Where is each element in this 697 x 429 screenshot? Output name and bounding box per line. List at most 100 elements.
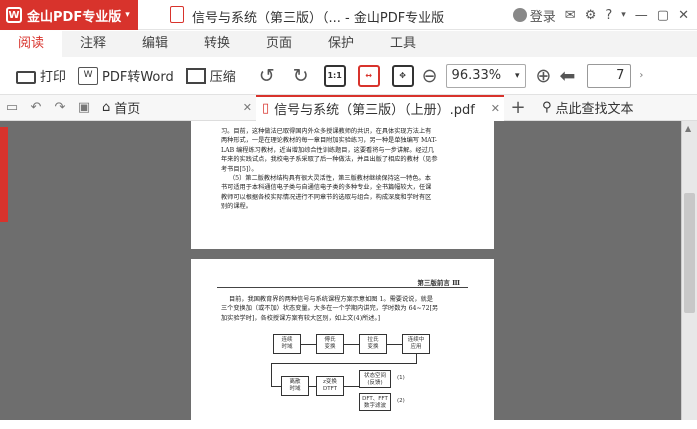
- app-brand: 金山PDF专业版: [27, 9, 122, 25]
- maximize-icon[interactable]: ▢: [657, 8, 669, 23]
- scrollbar-thumb[interactable]: [684, 193, 695, 313]
- diagram-box: 离散 时域: [281, 376, 309, 396]
- text-line: 三个变换加（或不加）状态变量。大多在一个学期内讲完，学时数为 64~72[另: [221, 305, 439, 313]
- help-icon[interactable]: ?: [605, 8, 612, 23]
- tab-document[interactable]: ▯ 信号与系统（第三版）（上册）.pdf ✕: [256, 94, 504, 121]
- window-title: 信号与系统（第三版）（... - 金山PDF专业版: [192, 11, 445, 26]
- text-line: 别的课程。: [221, 203, 252, 211]
- printer-icon: [16, 70, 36, 84]
- menu-tools[interactable]: 工具: [372, 31, 434, 57]
- page-header: 第三版前言 Ⅲ: [417, 279, 460, 287]
- diagram-box: z变换 DTFT: [316, 376, 344, 396]
- diagram-box: 傅氏 变换: [316, 334, 344, 354]
- text-line: 两种形式，一是在理论教材的每一章目附加实验练习，另一种是单独编写 MAT-: [221, 137, 437, 145]
- menu-convert[interactable]: 转换: [186, 31, 248, 57]
- new-tab-icon[interactable]: +: [504, 97, 532, 118]
- menu-read[interactable]: 阅读: [0, 31, 62, 57]
- zoom-select[interactable]: 96.33% ▾: [445, 63, 526, 88]
- chevron-down-icon[interactable]: ▾: [621, 10, 626, 20]
- menu-edit[interactable]: 编辑: [124, 31, 186, 57]
- tab-home-label: 首页: [114, 102, 141, 117]
- menu-page[interactable]: 页面: [248, 31, 310, 57]
- fit-width-icon[interactable]: ↔: [357, 64, 380, 87]
- save-icon[interactable]: ▣: [72, 100, 96, 115]
- sidebar-toggle-handle[interactable]: [0, 127, 8, 222]
- diagram-box: 连续中 应用: [402, 334, 430, 354]
- home-icon: ⌂: [102, 100, 111, 115]
- header-rule: [217, 287, 468, 288]
- menu-bar: 阅读 注释 编辑 转换 页面 保护 工具: [0, 31, 697, 57]
- search-icon: ⚲: [542, 100, 552, 115]
- chevron-down-icon: ▾: [125, 10, 130, 20]
- rotate-left-icon[interactable]: ↺: [250, 65, 284, 87]
- open-folder-icon[interactable]: ▭: [0, 100, 24, 115]
- actual-size-button[interactable]: 1:1: [323, 64, 346, 87]
- pdf-file-icon: ▯: [262, 101, 270, 116]
- text-line: 教师可以根据各校实际情况进行不同章节的选取与组合，构成深度和学时有区: [221, 193, 432, 201]
- diagram-box: 拉氏 变换: [359, 334, 387, 354]
- diagram-arrow: [271, 386, 281, 387]
- print-button[interactable]: 打印: [10, 66, 72, 85]
- print-label: 打印: [40, 70, 67, 85]
- diagram-arrow: [344, 344, 359, 345]
- pdf-to-word-button[interactable]: W PDF转Word: [72, 66, 180, 85]
- diagram-arrow: [271, 363, 417, 364]
- menu-protect[interactable]: 保护: [310, 31, 372, 57]
- chevron-right-icon[interactable]: ›: [639, 70, 643, 81]
- gear-icon[interactable]: ⚙: [585, 8, 597, 23]
- text-line: （5）第二版教材结构具有很大灵活性，第三版教材继续保持这一特色。本: [229, 175, 431, 183]
- close-icon[interactable]: ✕: [678, 8, 689, 23]
- compress-icon: [185, 67, 206, 84]
- avatar-icon: [512, 8, 527, 22]
- diagram-arrow: [271, 363, 272, 386]
- title-bar: W 金山PDF专业版 ▾ 信号与系统（第三版）（... - 金山PDF专业版 登…: [0, 0, 697, 30]
- page-text: 习。目前，这种做法已取得国内外众多授课教师的共识，在具体实现方法上有 两种形式，…: [221, 127, 474, 212]
- diagram-label: (1): [397, 375, 405, 381]
- diagram-arrow: [416, 354, 417, 363]
- redo-icon[interactable]: ↷: [48, 100, 72, 115]
- chat-icon[interactable]: ✉: [565, 8, 576, 23]
- close-tab-icon[interactable]: ✕: [491, 102, 500, 115]
- rotate-right-icon[interactable]: ↻: [284, 65, 318, 87]
- diagram-arrow: [301, 344, 316, 345]
- pdf-page: 习。目前，这种做法已取得国内外众多授课教师的共识，在具体实现方法上有 两种形式，…: [191, 121, 494, 249]
- vertical-scrollbar[interactable]: ▲: [681, 121, 697, 420]
- minimize-icon[interactable]: —: [635, 8, 648, 23]
- text-line: 年来的实践试点，我校电子系采取了后一种做法，并且出版了相应的教材（见参: [221, 156, 438, 164]
- diagram-box: 连续 时域: [273, 334, 301, 354]
- page-number-input[interactable]: 7: [587, 63, 632, 88]
- text-line: 书可适用于本科通信电子类与自通信电子类的多种专业，全书篇幅较大，任课: [221, 184, 432, 192]
- text-line: 加实验学时]，各校授课方案有较大区别，如上文(4)所述。]: [221, 314, 380, 322]
- tab-bar: ▭ ↶ ↷ ▣ ⌂ 首页 ✕ ▯ 信号与系统（第三版）（上册）.pdf ✕ + …: [0, 94, 697, 121]
- pdf-word-icon: W: [78, 66, 99, 85]
- chevron-down-icon: ▾: [515, 70, 520, 81]
- compress-button[interactable]: 压缩: [180, 66, 242, 85]
- text-line: 考书目[5]）。: [221, 165, 258, 173]
- menu-annotate[interactable]: 注释: [62, 31, 124, 57]
- close-tab-icon[interactable]: ✕: [243, 101, 252, 114]
- login-button[interactable]: 登录: [512, 6, 556, 25]
- find-text-label: 点此查找文本: [555, 102, 634, 117]
- document-viewer[interactable]: 习。目前，这种做法已取得国内外众多授课教师的共识，在具体实现方法上有 两种形式，…: [0, 121, 697, 429]
- diagram-arrow: [309, 386, 316, 387]
- zoom-in-icon[interactable]: ⊕: [532, 65, 556, 87]
- pdf-file-icon: [170, 6, 184, 23]
- zoom-value: 96.33%: [451, 68, 502, 83]
- tab-document-label: 信号与系统（第三版）（上册）.pdf: [274, 103, 475, 118]
- text-line: LAB 编程练习教材，近当增加综合性训练题目，这要看将与一步讲解。经过几: [221, 146, 435, 154]
- compress-label: 压缩: [209, 70, 236, 85]
- pdf-to-word-label: PDF转Word: [102, 70, 174, 85]
- previous-page-icon[interactable]: ⬅: [555, 65, 579, 87]
- text-line: 习。目前，这种做法已取得国内外众多授课教师的共识，在具体实现方法上有: [221, 128, 432, 135]
- fit-page-icon[interactable]: ✥: [391, 64, 414, 87]
- diagram-box: DFT、FFT 数字滤波: [359, 393, 391, 411]
- tab-home[interactable]: ⌂ 首页 ✕: [96, 95, 256, 121]
- scroll-up-icon[interactable]: ▲: [685, 124, 691, 133]
- diagram-arrow: [344, 386, 359, 387]
- find-text-box[interactable]: ⚲ 点此查找文本: [532, 98, 634, 117]
- zoom-out-icon[interactable]: ⊖: [420, 65, 440, 87]
- app-menu-button[interactable]: W 金山PDF专业版 ▾: [0, 0, 138, 30]
- undo-icon[interactable]: ↶: [24, 100, 48, 115]
- toolbar: 打印 W PDF转Word 压缩 ↺ ↻ 1:1 ↔ ✥ ⊖ 96.33% ▾ …: [0, 57, 697, 95]
- wps-logo-icon: W: [6, 7, 22, 23]
